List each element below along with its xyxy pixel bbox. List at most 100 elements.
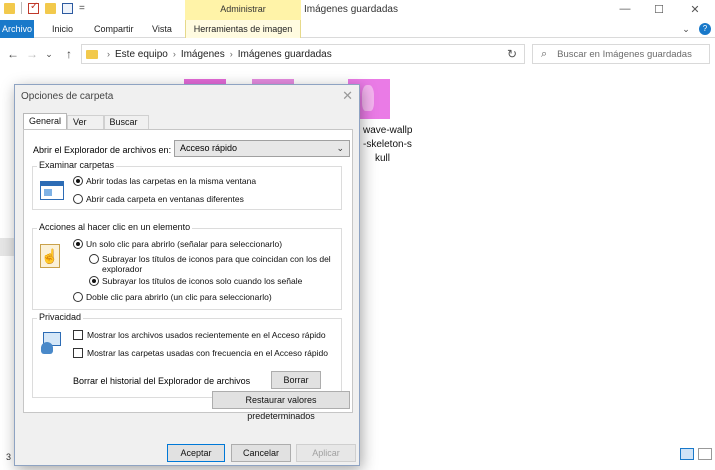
search-placeholder: Buscar en Imágenes guardadas xyxy=(557,48,692,60)
chevron-down-icon: ⌄ xyxy=(336,143,344,153)
large-icons-view-icon[interactable] xyxy=(698,448,712,460)
document-icon[interactable] xyxy=(62,2,73,14)
checkbox-recent-files[interactable]: Mostrar los archivos usados recientement… xyxy=(73,330,326,340)
help-icon: ? xyxy=(699,23,711,35)
open-explorer-select[interactable]: Acceso rápido ⌄ xyxy=(174,140,350,157)
privacy-icon xyxy=(41,330,65,354)
radio-label: Abrir cada carpeta en ventanas diferente… xyxy=(86,194,244,204)
dialog-tabs: General Ver Buscar xyxy=(23,113,149,129)
details-view-icon[interactable] xyxy=(680,448,694,460)
radio-label: Doble clic para abrirlo (un clic para se… xyxy=(86,292,272,302)
search-box[interactable]: ⌕ Buscar en Imágenes guardadas xyxy=(532,44,710,64)
tab-compartir[interactable]: Compartir xyxy=(88,20,140,38)
radio-button[interactable] xyxy=(73,194,83,204)
new-folder-icon[interactable] xyxy=(45,2,56,14)
radio-double-click[interactable]: Doble clic para abrirlo (un clic para se… xyxy=(73,292,272,302)
open-explorer-label: Abrir el Explorador de archivos en: xyxy=(33,145,172,155)
file-name-line: wave-wallp xyxy=(363,125,413,136)
restore-defaults-button[interactable]: Restaurar valores predeterminados xyxy=(212,391,350,421)
maximize-button[interactable]: ☐ xyxy=(642,0,676,18)
group-title: Acciones al hacer clic en un elemento xyxy=(37,222,193,232)
checkbox[interactable] xyxy=(73,330,83,340)
close-window-button[interactable]: ✕ xyxy=(678,0,712,18)
radio-button[interactable] xyxy=(73,239,83,249)
back-button[interactable]: ← xyxy=(6,47,20,61)
refresh-button[interactable]: ↻ xyxy=(502,47,522,61)
radio-label: Subrayar los títulos de iconos para que … xyxy=(102,254,331,274)
group-title: Privacidad xyxy=(37,312,84,322)
customize-toolbar-icon[interactable]: = xyxy=(79,3,87,14)
checkbox-label: Mostrar las carpetas usadas con frecuenc… xyxy=(87,348,328,358)
help-button[interactable]: ? xyxy=(697,21,713,37)
folder-icon xyxy=(86,49,98,59)
tab-inicio[interactable]: Inicio xyxy=(46,20,79,38)
radio-button[interactable] xyxy=(73,292,83,302)
ok-button[interactable]: Aceptar xyxy=(167,444,225,462)
file-name-line: kull xyxy=(375,153,391,164)
window-icon xyxy=(40,181,64,200)
tab-vista[interactable]: Vista xyxy=(146,20,178,38)
radio-single-click[interactable]: Un solo clic para abrirlo (señalar para … xyxy=(73,239,282,249)
title-bar: = Administrar Imágenes guardadas — ☐ ✕ xyxy=(0,0,715,20)
radio-underline-point[interactable]: Subrayar los títulos de iconos solo cuan… xyxy=(89,276,302,286)
recent-locations-button[interactable]: ⌄ xyxy=(42,47,56,61)
clear-history-button[interactable]: Borrar xyxy=(271,371,321,389)
expand-ribbon-icon[interactable]: ⌄ xyxy=(678,21,694,37)
navigation-pane-selection[interactable] xyxy=(0,238,14,256)
chevron-right-icon[interactable]: › xyxy=(230,49,233,59)
radio-button[interactable] xyxy=(73,176,83,186)
up-button[interactable]: ↑ xyxy=(62,47,76,61)
general-tab-panel: Abrir el Explorador de archivos en: Acce… xyxy=(23,129,353,421)
browse-folders-group: Examinar carpetas Abrir todas las carpet… xyxy=(32,160,342,210)
ribbon-tabs: Archivo Inicio Compartir Vista Herramien… xyxy=(0,20,715,38)
checkbox-label: Mostrar los archivos usados recientement… xyxy=(87,330,326,340)
file-name-line: -skeleton-s xyxy=(363,139,412,150)
radio-new-window[interactable]: Abrir cada carpeta en ventanas diferente… xyxy=(73,194,244,204)
radio-button[interactable] xyxy=(89,276,99,286)
quick-access-toolbar: = xyxy=(4,1,87,14)
click-actions-group: Acciones al hacer clic en un elemento ☝ … xyxy=(32,222,342,310)
dialog-close-button[interactable]: ✕ xyxy=(342,88,353,104)
radio-underline-browser[interactable]: Subrayar los títulos de iconos para que … xyxy=(89,254,339,274)
privacy-group: Privacidad Mostrar los archivos usados r… xyxy=(32,312,342,398)
breadcrumb-imagenes-guardadas[interactable]: Imágenes guardadas xyxy=(238,49,332,60)
checkbox-frequent-folders[interactable]: Mostrar las carpetas usadas con frecuenc… xyxy=(73,348,328,358)
dialog-title: Opciones de carpeta xyxy=(21,91,114,102)
pointer-hand-icon: ☝ xyxy=(40,244,60,268)
tab-herramientas-de-imagen[interactable]: Herramientas de imagen xyxy=(185,20,301,38)
item-count: 3 xyxy=(6,452,12,462)
tab-general[interactable]: General xyxy=(23,113,68,129)
open-explorer-value: Acceso rápido xyxy=(180,143,238,153)
breadcrumb-imagenes[interactable]: Imágenes xyxy=(181,49,225,60)
forward-button[interactable]: → xyxy=(25,47,39,61)
minimize-button[interactable]: — xyxy=(608,0,642,18)
breadcrumb-este-equipo[interactable]: Este equipo xyxy=(115,49,168,60)
properties-icon[interactable] xyxy=(28,1,39,14)
chevron-right-icon[interactable]: › xyxy=(107,49,110,59)
chevron-right-icon[interactable]: › xyxy=(173,49,176,59)
address-bar[interactable]: › Este equipo › Imágenes › Imágenes guar… xyxy=(81,44,525,64)
checkbox[interactable] xyxy=(73,348,83,358)
tab-buscar[interactable]: Buscar xyxy=(103,115,149,129)
cancel-button[interactable]: Cancelar xyxy=(231,444,291,462)
search-icon: ⌕ xyxy=(541,47,548,60)
group-title: Examinar carpetas xyxy=(37,160,117,170)
radio-label: Abrir todas las carpetas en la misma ven… xyxy=(86,176,257,186)
tab-ver[interactable]: Ver xyxy=(67,115,104,129)
folder-icon xyxy=(4,2,15,14)
folder-options-dialog: Opciones de carpeta ✕ General Ver Buscar… xyxy=(14,84,360,466)
radio-button[interactable] xyxy=(89,254,99,264)
window-title: Imágenes guardadas xyxy=(304,4,398,15)
file-name[interactable]: wave-wallp -skeleton-s kull xyxy=(363,124,423,166)
radio-same-window[interactable]: Abrir todas las carpetas en la misma ven… xyxy=(73,176,256,186)
navigation-bar: ← → ⌄ ↑ › Este equipo › Imágenes › Imáge… xyxy=(0,38,715,70)
toolbar-divider xyxy=(21,2,22,14)
tab-archivo[interactable]: Archivo xyxy=(0,20,34,38)
clear-history-label: Borrar el historial del Explorador de ar… xyxy=(73,376,251,386)
person-shape xyxy=(41,342,53,354)
radio-label: Subrayar los títulos de iconos solo cuan… xyxy=(102,276,303,286)
skeleton-figure xyxy=(362,85,374,111)
contextual-tab-group-label: Administrar xyxy=(220,4,266,14)
apply-button[interactable]: Aplicar xyxy=(296,444,356,462)
radio-label: Un solo clic para abrirlo (señalar para … xyxy=(86,239,283,249)
